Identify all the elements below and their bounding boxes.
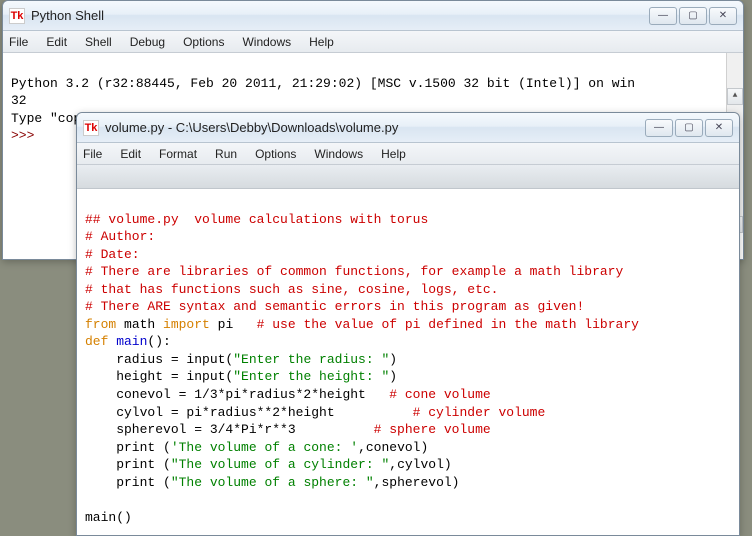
kw-import: import [163,317,210,332]
code-text: radius = input( [85,352,233,367]
code-string: "The volume of a cylinder: " [171,457,389,472]
shell-menubar: File Edit Shell Debug Options Windows He… [3,31,743,53]
editor-menubar: File Edit Format Run Options Windows Hel… [77,143,739,165]
editor-title-text: volume.py - C:\Users\Debby\Downloads\vol… [105,120,645,135]
menu-format[interactable]: Format [159,147,197,161]
editor-content[interactable]: ## volume.py volume calculations with to… [77,189,739,529]
code-comment: # sphere volume [374,422,491,437]
code-line: ## volume.py volume calculations with to… [85,212,428,227]
shell-titlebar[interactable]: Tk Python Shell — ▢ ✕ [3,1,743,31]
code-line: # that has functions such as sine, cosin… [85,282,498,297]
shell-title-text: Python Shell [31,8,649,23]
code-text: main() [85,510,132,525]
code-text: conevol = 1/3*pi*radius*2*height [85,387,389,402]
menu-edit[interactable]: Edit [46,35,67,49]
code-text: ,spherevol) [374,475,460,490]
code-line: # There ARE syntax and semantic errors i… [85,299,584,314]
code-string: 'The volume of a cone: ' [171,440,358,455]
editor-titlebar[interactable]: Tk volume.py - C:\Users\Debby\Downloads\… [77,113,739,143]
editor-toolbar [77,165,739,189]
minimize-button[interactable]: — [645,119,673,137]
code-line: # Date: [85,247,140,262]
code-text: print [85,440,155,455]
menu-shell[interactable]: Shell [85,35,112,49]
shell-prompt: >>> [11,128,42,143]
editor-window-controls: — ▢ ✕ [645,119,733,137]
menu-edit[interactable]: Edit [120,147,141,161]
code-text: print [85,475,155,490]
code-text: spherevol = 3/4*Pi*r**3 [85,422,374,437]
code-text: pi [210,317,257,332]
menu-options[interactable]: Options [255,147,296,161]
code-text: print [85,457,155,472]
code-text: ( [155,440,171,455]
shell-version-line2: 32 [11,93,27,108]
shell-version-line1: Python 3.2 (r32:88445, Feb 20 2011, 21:2… [11,76,635,91]
menu-run[interactable]: Run [215,147,237,161]
code-text: ) [389,369,397,384]
kw-def: def [85,334,108,349]
menu-file[interactable]: File [9,35,28,49]
kw-from: from [85,317,116,332]
code-text: ( [155,457,171,472]
menu-options[interactable]: Options [183,35,224,49]
code-line: # There are libraries of common function… [85,264,623,279]
close-button[interactable]: ✕ [709,7,737,25]
menu-help[interactable]: Help [381,147,406,161]
menu-windows[interactable]: Windows [242,35,291,49]
code-text: ,conevol) [358,440,428,455]
code-comment: # cone volume [389,387,490,402]
menu-file[interactable]: File [83,147,102,161]
tk-icon: Tk [9,8,25,24]
code-string: "Enter the radius: " [233,352,389,367]
menu-debug[interactable]: Debug [130,35,165,49]
menu-windows[interactable]: Windows [314,147,363,161]
code-text: ) [389,352,397,367]
code-text: ( [155,475,171,490]
code-text: (): [147,334,170,349]
shell-window-controls: — ▢ ✕ [649,7,737,25]
code-string: "The volume of a sphere: " [171,475,374,490]
code-line: # Author: [85,229,155,244]
maximize-button[interactable]: ▢ [675,119,703,137]
func-name: main [108,334,147,349]
editor-window: Tk volume.py - C:\Users\Debby\Downloads\… [76,112,740,536]
close-button[interactable]: ✕ [705,119,733,137]
menu-help[interactable]: Help [309,35,334,49]
code-text: math [116,317,163,332]
code-comment: # use the value of pi defined in the mat… [257,317,639,332]
code-comment: # cylinder volume [413,405,546,420]
maximize-button[interactable]: ▢ [679,7,707,25]
tk-icon: Tk [83,120,99,136]
code-text: cylvol = pi*radius**2*height [85,405,413,420]
code-text: ,cylvol) [389,457,451,472]
code-string: "Enter the height: " [233,369,389,384]
scroll-up-icon[interactable]: ▲ [727,88,743,105]
code-text: height = input( [85,369,233,384]
minimize-button[interactable]: — [649,7,677,25]
